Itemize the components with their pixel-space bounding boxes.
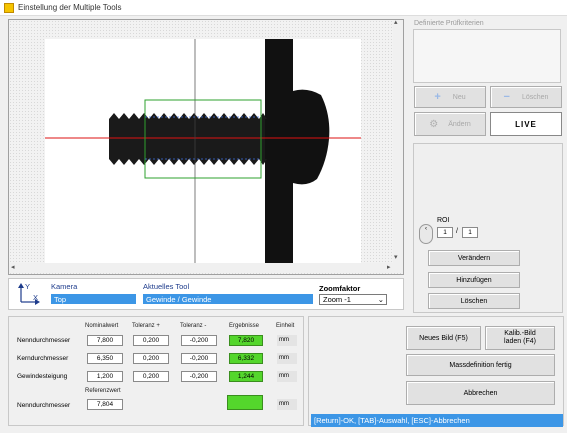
app-icon (4, 3, 14, 13)
edit-label: Ändern (448, 120, 471, 128)
info-panel: Y X Kamera Top Aktuelles Tool Gewinde / … (8, 278, 404, 310)
tol-plus-input[interactable]: 0,200 (133, 335, 169, 346)
tol-plus-input[interactable]: 0,200 (133, 353, 169, 364)
live-button[interactable]: LIVE (490, 112, 562, 136)
unit-label: mm (277, 371, 297, 382)
header-reference: Referenzwert (85, 388, 121, 394)
scroll-left-icon[interactable]: ◂ (11, 263, 15, 271)
zoom-label: Zoomfaktor (319, 284, 361, 293)
minus-icon: − (503, 91, 510, 103)
criteria-list[interactable] (413, 29, 561, 83)
window-title: Einstellung der Multiple Tools (18, 3, 122, 12)
axis-y-label: Y (25, 282, 31, 291)
roi-label: ROI (437, 217, 450, 224)
new-criterion-button[interactable]: + Neu (414, 86, 486, 108)
roi-spinner[interactable]: ‹ (419, 224, 433, 244)
chevron-down-icon: ⌄ (377, 295, 384, 304)
kalib-line1: Kalib.-Bild (504, 330, 536, 337)
plus-icon: + (434, 91, 441, 103)
row-label: Gewindesteigung (17, 373, 68, 380)
tol-minus-input[interactable]: -0,200 (181, 335, 217, 346)
tool-label: Aktuelles Tool (143, 282, 190, 291)
scroll-right-icon[interactable]: ▸ (387, 263, 391, 271)
unit-label: mm (277, 335, 297, 346)
camera-image (45, 39, 361, 264)
header-tol-minus: Toleranz - (180, 323, 207, 329)
nominal-input[interactable]: 6,350 (87, 353, 123, 364)
axis-x-label: X (33, 293, 39, 302)
header-unit: Einheit (276, 323, 295, 329)
gear-icon: ⚙ (429, 118, 439, 130)
status-bar: [Return]-OK, [TAB]-Auswahl, [ESC]-Abbrec… (311, 414, 563, 427)
result-value: 7,820 (229, 335, 263, 346)
zoom-value: Zoom -1 (323, 295, 351, 304)
modify-roi-button[interactable]: Verändern (428, 250, 520, 266)
tol-minus-input[interactable]: -0,200 (181, 371, 217, 382)
tol-plus-input[interactable]: 0,200 (133, 371, 169, 382)
unit-label: mm (277, 399, 297, 410)
kalib-line2: laden (F4) (504, 338, 536, 345)
result-value: 6,332 (229, 353, 263, 364)
reference-input[interactable]: 7,804 (87, 399, 123, 410)
header-nominal: Nominalwert (85, 323, 119, 329)
delete-criterion-button[interactable]: − Löschen (490, 86, 562, 108)
spin-up-icon: ‹ (425, 226, 427, 232)
new-label: Neu (452, 93, 466, 101)
nominal-input[interactable]: 7,800 (87, 335, 123, 346)
title-bar: Einstellung der Multiple Tools (0, 0, 567, 16)
result-value: 1,244 (229, 371, 263, 382)
roi-current: 1 (437, 227, 453, 238)
row-label: Nenndurchmesser (17, 337, 71, 344)
header-tol-plus: Toleranz + (132, 323, 160, 329)
add-roi-button[interactable]: Hinzufügen (428, 272, 520, 288)
roi-total: 1 (462, 227, 478, 238)
delete-label: Löschen (521, 93, 549, 101)
tol-minus-input[interactable]: -0,200 (181, 353, 217, 364)
new-image-button[interactable]: Neues Bild (F5) (406, 326, 481, 350)
roi-separator: / (456, 228, 458, 235)
criteria-label: Definierte Prüfkriterien (414, 20, 484, 27)
zoom-select[interactable]: Zoom -1 ⌄ (319, 294, 387, 305)
measurement-panel: Nominalwert Toleranz + Toleranz - Ergebn… (8, 316, 304, 426)
finish-measurement-button[interactable]: Massdefinition fertig (406, 354, 555, 376)
reference-result (227, 395, 263, 410)
kamera-label: Kamera (51, 282, 78, 291)
scroll-down-icon[interactable]: ▾ (394, 253, 398, 261)
edit-criterion-button[interactable]: ⚙ Ändern (414, 112, 486, 136)
unit-label: mm (277, 353, 297, 364)
header-result: Ergebnisse (229, 323, 260, 329)
load-calibration-image-button[interactable]: Kalib.-Bild laden (F4) (485, 326, 555, 350)
scroll-up-icon[interactable]: ▴ (394, 18, 398, 26)
tool-field[interactable]: Gewinde / Gewinde (143, 294, 313, 304)
vertical-scrollbar[interactable]: ▴ ▾ (393, 18, 403, 263)
delete-roi-button[interactable]: Löschen (428, 293, 520, 309)
horizontal-scrollbar[interactable]: ◂ ▸ (9, 263, 403, 273)
action-panel: Neues Bild (F5) Kalib.-Bild laden (F4) M… (308, 316, 564, 426)
row-label: Kerndurchmesser (17, 355, 69, 362)
cancel-button[interactable]: Abbrechen (406, 381, 555, 405)
kamera-field[interactable]: Top (51, 294, 136, 304)
ref-row-label: Nenndurchmesser (17, 402, 71, 409)
roi-panel: ‹ ROI 1 / 1 Verändern Hinzufügen Löschen (413, 143, 563, 313)
image-viewer[interactable] (8, 19, 404, 275)
nominal-input[interactable]: 1,200 (87, 371, 123, 382)
